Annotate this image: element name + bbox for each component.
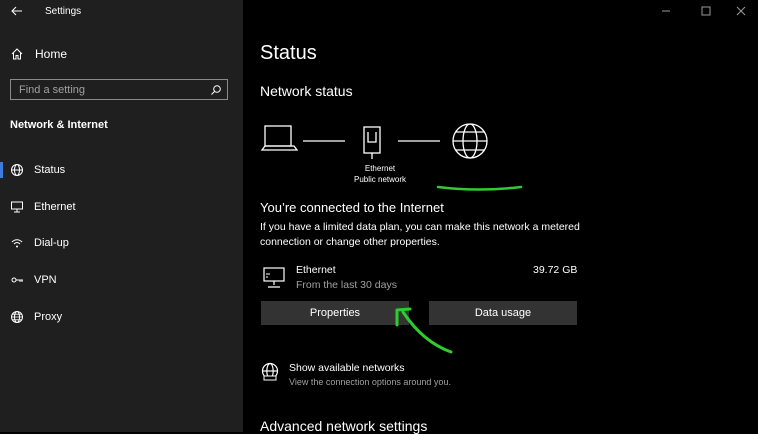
adapter-usage: 39.72 GB [533, 264, 578, 276]
window-title: Settings [45, 6, 82, 17]
connection-type: Public network [353, 175, 407, 184]
ethernet-adapter-icon [263, 267, 285, 288]
home-label: Home [35, 47, 68, 61]
data-usage-button[interactable]: Data usage [429, 301, 577, 325]
active-indicator [0, 162, 3, 178]
properties-button[interactable]: Properties [261, 301, 409, 325]
show-networks-subtitle: View the connection options around you. [289, 377, 451, 387]
maximize-icon[interactable] [699, 4, 713, 18]
back-arrow-icon[interactable] [10, 4, 24, 18]
close-icon[interactable] [734, 4, 748, 18]
main-content: Status Network status Ethernet Public ne… [243, 0, 758, 434]
sidebar-item-label: Status [34, 164, 66, 176]
search-input[interactable]: Find a setting [10, 79, 228, 100]
adapter-name: Ethernet [296, 264, 336, 276]
sidebar: Settings Home Find a setting Network & I… [0, 0, 243, 432]
sidebar-item-label: VPN [34, 274, 57, 286]
network-status-title: Network status [260, 83, 353, 99]
section-title: Network & Internet [10, 119, 108, 131]
home-icon [11, 48, 23, 60]
ethernet-port-icon [363, 126, 381, 159]
connection-label: Ethernet Public network [340, 163, 420, 185]
internet-globe-icon [452, 123, 488, 159]
sidebar-item-label: Dial-up [34, 237, 69, 249]
minimize-icon[interactable] [659, 4, 673, 18]
show-networks-link[interactable]: Show available networks [289, 362, 405, 374]
ethernet-icon [11, 201, 23, 213]
sidebar-item-vpn[interactable]: VPN [0, 268, 243, 292]
sidebar-item-label: Ethernet [34, 201, 76, 213]
sidebar-item-status[interactable]: Status [0, 158, 243, 182]
show-networks-icon [261, 362, 279, 381]
connected-heading: You’re connected to the Internet [260, 200, 444, 215]
sidebar-item-proxy[interactable]: Proxy [0, 305, 243, 329]
globe-network-icon [11, 164, 23, 176]
sidebar-item-label: Proxy [34, 311, 63, 323]
connected-description: If you have a limited data plan, you can… [260, 221, 580, 248]
vpn-icon [11, 277, 23, 283]
page-title: Status [260, 42, 317, 64]
connection-name: Ethernet [364, 164, 396, 173]
home-nav-item[interactable]: Home [10, 46, 67, 62]
dialup-icon [11, 239, 23, 248]
adapter-period: From the last 30 days [296, 279, 397, 291]
laptop-icon [260, 125, 299, 151]
proxy-globe-icon [11, 311, 23, 323]
sidebar-item-dialup[interactable]: Dial-up [0, 231, 243, 255]
search-placeholder: Find a setting [19, 84, 86, 96]
sidebar-item-ethernet[interactable]: Ethernet [0, 195, 243, 219]
search-icon[interactable] [210, 84, 222, 96]
